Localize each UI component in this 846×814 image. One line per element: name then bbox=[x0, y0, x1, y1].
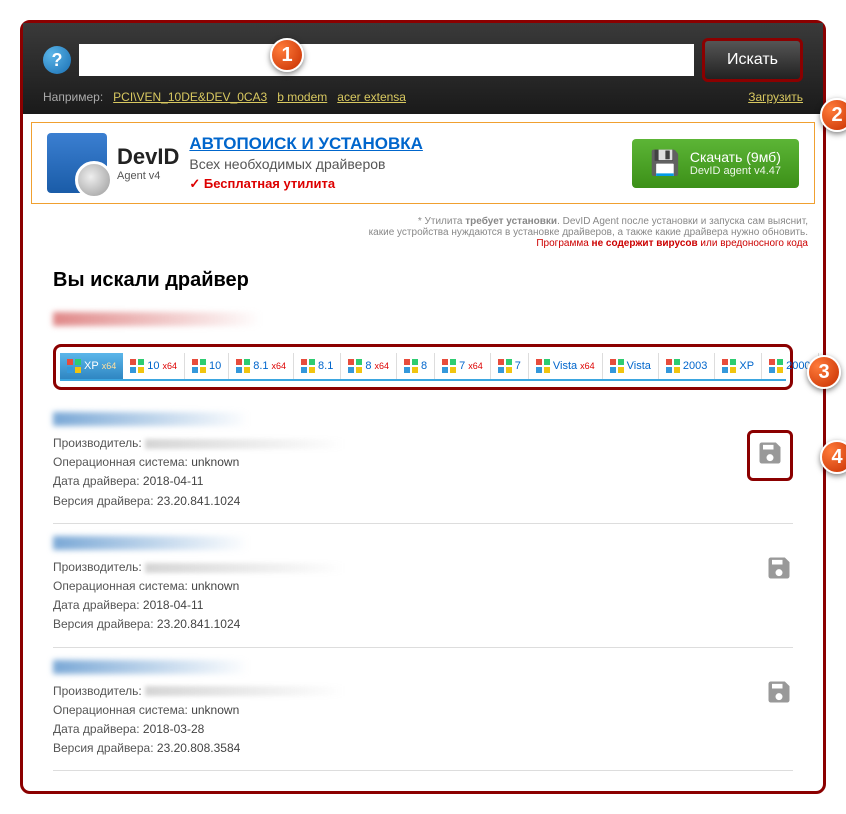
promo-subtitle: Всех необходимых драйверов bbox=[189, 156, 622, 172]
windows-icon bbox=[130, 359, 144, 373]
driver-item: Производитель: Операционная система: unk… bbox=[53, 400, 793, 524]
save-driver-button[interactable] bbox=[747, 430, 793, 481]
example-link[interactable]: b modem bbox=[277, 90, 327, 104]
windows-icon bbox=[192, 359, 206, 373]
save-driver-button[interactable] bbox=[765, 678, 793, 711]
os-tab-xp-x64[interactable]: XPx64 bbox=[60, 353, 123, 379]
driver-title-blurred bbox=[53, 412, 333, 426]
os-tab-81-x64[interactable]: 8.1x64 bbox=[229, 353, 294, 379]
windows-icon bbox=[442, 359, 456, 373]
driver-item: Производитель: Операционная система: unk… bbox=[53, 524, 793, 648]
promo-banner: DevID Agent v4 АВТОПОИСК И УСТАНОВКА Все… bbox=[31, 122, 815, 204]
floppy-icon bbox=[756, 439, 784, 467]
os-tab-7-x64[interactable]: 7x64 bbox=[435, 353, 491, 379]
search-header: ? Искать Например: PCI\VEN_10DE&DEV_0CA3… bbox=[23, 23, 823, 114]
windows-icon bbox=[666, 359, 680, 373]
example-label: Например: bbox=[43, 90, 103, 104]
callout-marker-3: 3 bbox=[807, 355, 841, 389]
os-tab-xp[interactable]: XP bbox=[715, 353, 762, 379]
example-link[interactable]: acer extensa bbox=[337, 90, 406, 104]
promo-title[interactable]: АВТОПОИСК И УСТАНОВКА bbox=[189, 134, 622, 154]
promo-free-badge: Бесплатная утилита bbox=[189, 176, 622, 192]
floppy-icon bbox=[765, 678, 793, 706]
os-tabs-container: XPx6410x64108.1x648.18x6487x647Vistax64V… bbox=[53, 344, 793, 390]
windows-icon bbox=[498, 359, 512, 373]
os-tab-10-x64[interactable]: 10x64 bbox=[123, 353, 185, 379]
driver-title-blurred bbox=[53, 660, 333, 674]
windows-icon bbox=[67, 359, 81, 373]
os-tab-vista[interactable]: Vista bbox=[603, 353, 659, 379]
os-tab-8[interactable]: 8 bbox=[397, 353, 435, 379]
save-driver-button[interactable] bbox=[765, 554, 793, 587]
save-icon: 💾 bbox=[650, 149, 680, 178]
os-tab-2003[interactable]: 2003 bbox=[659, 353, 715, 379]
windows-icon bbox=[722, 359, 736, 373]
os-tab-vista-x64[interactable]: Vistax64 bbox=[529, 353, 603, 379]
callout-marker-1: 1 bbox=[270, 38, 304, 72]
brand-name: DevID bbox=[117, 144, 179, 170]
page-title: Вы искали драйвер bbox=[53, 269, 793, 292]
os-tab-81[interactable]: 8.1 bbox=[294, 353, 341, 379]
windows-icon bbox=[610, 359, 624, 373]
promo-notes: * Утилита требует установки. DevID Agent… bbox=[23, 212, 823, 259]
windows-icon bbox=[236, 359, 250, 373]
search-button[interactable]: Искать bbox=[702, 38, 803, 82]
manufacturer-blurred bbox=[145, 686, 345, 696]
search-input[interactable] bbox=[79, 44, 694, 76]
driver-item: Производитель: Операционная система: unk… bbox=[53, 648, 793, 772]
manufacturer-blurred bbox=[145, 439, 345, 449]
callout-marker-2: 2 bbox=[820, 98, 846, 132]
windows-icon bbox=[536, 359, 550, 373]
help-icon[interactable]: ? bbox=[43, 46, 71, 74]
manufacturer-blurred bbox=[145, 563, 345, 573]
example-link[interactable]: PCI\VEN_10DE&DEV_0CA3 bbox=[113, 90, 267, 104]
os-tab-10[interactable]: 10 bbox=[185, 353, 229, 379]
os-tab-7[interactable]: 7 bbox=[491, 353, 529, 379]
windows-icon bbox=[301, 359, 315, 373]
windows-icon bbox=[348, 359, 362, 373]
driver-title-blurred bbox=[53, 536, 333, 550]
blurred-query bbox=[53, 312, 313, 326]
os-tab-8-x64[interactable]: 8x64 bbox=[341, 353, 397, 379]
download-button[interactable]: 💾 Скачать (9мб) DevID agent v4.47 bbox=[632, 139, 799, 188]
floppy-icon bbox=[765, 554, 793, 582]
devid-logo-icon bbox=[47, 133, 107, 193]
windows-icon bbox=[404, 359, 418, 373]
callout-marker-4: 4 bbox=[820, 440, 846, 474]
download-link[interactable]: Загрузить bbox=[748, 90, 803, 104]
windows-icon bbox=[769, 359, 783, 373]
agent-version: Agent v4 bbox=[117, 170, 179, 182]
